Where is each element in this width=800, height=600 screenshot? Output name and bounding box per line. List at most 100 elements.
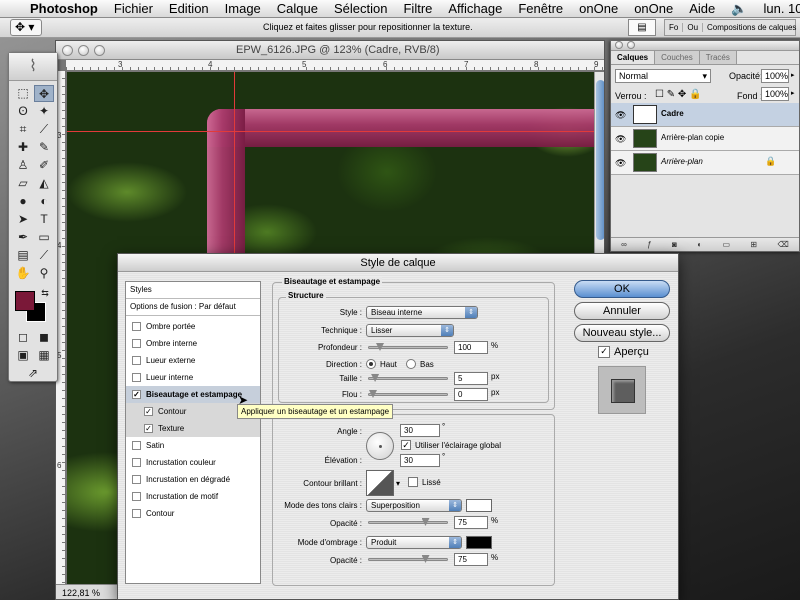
menu-fenetre[interactable]: Fenêtre: [510, 1, 571, 16]
magic-wand-icon[interactable]: ✦: [34, 103, 54, 120]
guide-horizontal[interactable]: [67, 131, 604, 132]
blur-tool-icon[interactable]: ●: [13, 193, 33, 210]
opacity-field[interactable]: 100%: [761, 69, 789, 83]
zoom-icon[interactable]: [94, 45, 105, 56]
altitude-field[interactable]: 30: [400, 454, 440, 467]
shadow-opacity-field[interactable]: 75: [454, 553, 488, 566]
well-tab-fo[interactable]: Fo: [665, 23, 684, 32]
style-checkbox[interactable]: [132, 441, 141, 450]
feather-icon[interactable]: ⌇: [9, 53, 57, 81]
blend-options-item[interactable]: Options de fusion : Par défaut: [126, 299, 260, 316]
vertical-scrollbar[interactable]: [594, 72, 604, 272]
minimize-icon[interactable]: [78, 45, 89, 56]
fill-field[interactable]: 100%: [761, 87, 789, 101]
shadow-color-swatch[interactable]: [466, 536, 492, 549]
style-checkbox[interactable]: [132, 458, 141, 467]
zoom-tool-icon[interactable]: ⚲: [34, 265, 54, 282]
style-checkbox[interactable]: [132, 322, 141, 331]
history-brush-icon[interactable]: ✐: [34, 157, 54, 174]
angle-dial[interactable]: [366, 432, 394, 460]
bucket-tool-icon[interactable]: ◭: [34, 175, 54, 192]
style-checkbox[interactable]: [132, 373, 141, 382]
mask-icon[interactable]: ◙: [672, 240, 677, 249]
direction-down-radio[interactable]: [406, 359, 416, 369]
fullscreen-mode-icon[interactable]: ▦: [34, 347, 54, 364]
antialias-checkbox[interactable]: [408, 477, 418, 487]
eraser-tool-icon[interactable]: ▱: [13, 175, 33, 192]
layer-row-arriere-plan-copie[interactable]: 👁 Arrière-plan copie: [611, 127, 799, 151]
menu-onone-1[interactable]: onOne: [571, 1, 626, 16]
path-select-icon[interactable]: ➤: [13, 211, 33, 228]
cancel-button[interactable]: Annuler: [574, 302, 670, 320]
chevron-right-icon[interactable]: ▸: [791, 89, 795, 97]
shadow-opacity-slider[interactable]: [368, 555, 448, 563]
healing-brush-icon[interactable]: ✚: [13, 139, 33, 156]
new-style-button[interactable]: Nouveau style...: [574, 324, 670, 342]
style-item[interactable]: Incrustation de motif: [126, 488, 260, 505]
layers-panel-titlebar[interactable]: [611, 41, 799, 51]
dialog-title[interactable]: Style de calque: [118, 254, 678, 272]
style-checkbox[interactable]: [132, 339, 141, 348]
minimize-icon[interactable]: [627, 41, 635, 49]
depth-field[interactable]: 100: [454, 341, 488, 354]
styles-header[interactable]: Styles: [126, 282, 260, 299]
highlight-opacity-slider[interactable]: [368, 518, 448, 526]
layer-row-cadre[interactable]: 👁 Cadre: [611, 103, 799, 127]
notes-tool-icon[interactable]: ▤: [13, 247, 33, 264]
eye-icon[interactable]: 👁: [615, 134, 626, 145]
scroll-thumb[interactable]: [596, 80, 604, 240]
technique-select[interactable]: Lisser ⇕: [366, 324, 454, 337]
slice-tool-icon[interactable]: ⟋: [34, 121, 54, 138]
tab-calques[interactable]: Calques: [611, 51, 656, 64]
adjustment-icon[interactable]: ◐: [697, 240, 702, 249]
menu-photoshop[interactable]: Photoshop: [22, 1, 106, 16]
document-titlebar[interactable]: EPW_6126.JPG @ 123% (Cadre, RVB/8): [56, 41, 604, 60]
tab-couches[interactable]: Couches: [655, 51, 700, 64]
menu-clock[interactable]: lun. 10:37: [755, 1, 800, 16]
layer-row-arriere-plan[interactable]: 👁 Arrière-plan 🔒: [611, 151, 799, 175]
style-item[interactable]: Contour: [126, 505, 260, 522]
style-checkbox[interactable]: [132, 492, 141, 501]
style-item[interactable]: Incrustation en dégradé: [126, 471, 260, 488]
blend-mode-select[interactable]: Normal ▾: [615, 69, 711, 83]
soften-field[interactable]: 0: [454, 388, 488, 401]
highlight-opacity-field[interactable]: 75: [454, 516, 488, 529]
well-tab-compositions[interactable]: Compositions de calques: [703, 23, 800, 32]
soften-slider[interactable]: [368, 390, 448, 398]
size-field[interactable]: 5: [454, 372, 488, 385]
menu-image[interactable]: Image: [217, 1, 269, 16]
style-item[interactable]: Lueur externe: [126, 352, 260, 369]
angle-field[interactable]: 30: [400, 424, 440, 437]
speaker-icon[interactable]: 🔈: [723, 1, 755, 17]
style-item[interactable]: Lueur interne: [126, 369, 260, 386]
foreground-color-swatch[interactable]: [15, 291, 35, 311]
shape-tool-icon[interactable]: ▭: [34, 229, 54, 246]
menu-edition[interactable]: Edition: [161, 1, 217, 16]
eyedropper-icon[interactable]: ⟋: [34, 247, 54, 264]
menu-aide[interactable]: Aide: [681, 1, 723, 16]
chevron-down-icon[interactable]: ▾: [396, 479, 400, 488]
menu-fichier[interactable]: Fichier: [106, 1, 161, 16]
shadow-mode-select[interactable]: Produit ⇕: [366, 536, 462, 549]
style-item[interactable]: ✓ Texture: [126, 420, 260, 437]
fx-icon[interactable]: ƒ: [647, 240, 651, 249]
style-checkbox[interactable]: [132, 509, 141, 518]
style-item[interactable]: Incrustation couleur: [126, 454, 260, 471]
type-tool-icon[interactable]: T: [34, 211, 54, 228]
close-icon[interactable]: [615, 41, 623, 49]
crop-tool-icon[interactable]: ⌗: [13, 121, 33, 138]
global-light-checkbox[interactable]: ✓: [401, 440, 411, 450]
gloss-contour-picker[interactable]: [366, 470, 394, 496]
well-tab-ou[interactable]: Ou: [683, 23, 704, 32]
trash-icon[interactable]: ⌫: [777, 240, 788, 249]
style-checkbox[interactable]: ✓: [144, 407, 153, 416]
menu-affichage[interactable]: Affichage: [440, 1, 510, 16]
menu-filtre[interactable]: Filtre: [395, 1, 440, 16]
style-checkbox[interactable]: ✓: [132, 390, 141, 399]
zoom-level[interactable]: 122,81 %: [62, 588, 100, 598]
quickmask-mode-icon[interactable]: ◼: [34, 329, 54, 346]
menu-calque[interactable]: Calque: [269, 1, 326, 16]
new-layer-icon[interactable]: ⊞: [750, 240, 757, 249]
style-item[interactable]: Ombre portée: [126, 318, 260, 335]
folder-icon[interactable]: ▭: [722, 240, 730, 249]
